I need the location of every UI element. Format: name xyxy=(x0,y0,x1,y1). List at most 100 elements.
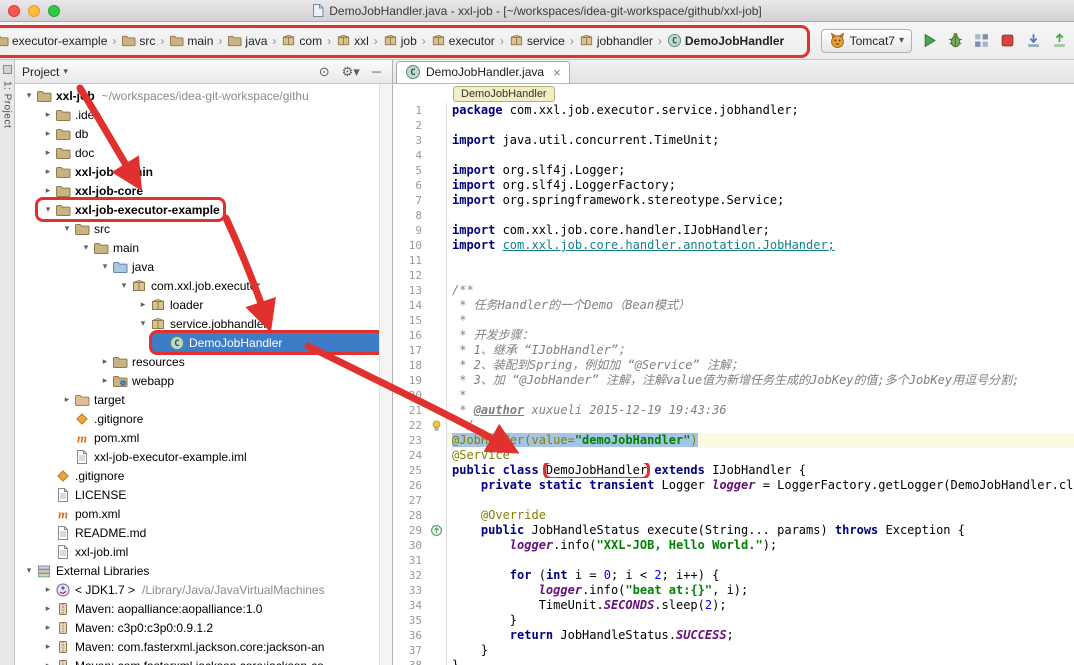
expand-arrow-icon[interactable]: ▸ xyxy=(98,356,112,367)
locate-icon[interactable]: ⊙ xyxy=(315,65,334,78)
zoom-window-button[interactable] xyxy=(48,5,60,17)
tree-item-maven-c3p0-c3p0-0.9.1.2[interactable]: ▸Maven: c3p0:c3p0:0.9.1.2 xyxy=(15,618,392,637)
code-text[interactable]: private static transient Logger logger =… xyxy=(446,478,1074,493)
editor-tab-demojobhandler[interactable]: C DemoJobHandler.java × xyxy=(396,61,570,83)
project-scrollbar[interactable] xyxy=(379,84,392,665)
code-text[interactable]: import com.xxl.job.core.handler.IJobHand… xyxy=(446,223,1074,238)
tree-item-xxl-job-executor-example.iml[interactable]: xxl-job-executor-example.iml xyxy=(15,447,392,466)
tree-item-maven-aopalliance-aopalliance-1.0[interactable]: ▸Maven: aopalliance:aopalliance:1.0 xyxy=(15,599,392,618)
tree-item-maven-com.fasterxml.jackson.core-jackson-an[interactable]: ▸Maven: com.fasterxml.jackson.core:jacks… xyxy=(15,637,392,656)
chevron-down-icon[interactable]: ▾ xyxy=(63,66,68,77)
collapse-arrow-icon[interactable]: ▾ xyxy=(41,204,55,215)
code-text[interactable] xyxy=(446,208,1074,223)
code-text[interactable]: import com.xxl.job.core.handler.annotati… xyxy=(446,238,1074,253)
code-text[interactable]: * 任务Handler的一个Demo（Bean模式） xyxy=(446,298,1074,313)
code-text[interactable]: public class DemoJobHandler extends IJob… xyxy=(446,463,1074,478)
tree-item-xxl-job-core[interactable]: ▸xxl-job-core xyxy=(15,181,392,200)
tree-item-webapp[interactable]: ▸webapp xyxy=(15,371,392,390)
close-window-button[interactable] xyxy=(8,5,20,17)
tree-item-service.jobhandler[interactable]: ▾service.jobhandler xyxy=(15,314,392,333)
code-text[interactable] xyxy=(446,253,1074,268)
vcs-update-button[interactable] xyxy=(1025,32,1042,49)
tree-item-db[interactable]: ▸db xyxy=(15,124,392,143)
code-text[interactable] xyxy=(446,493,1074,508)
expand-arrow-icon[interactable]: ▸ xyxy=(41,128,55,139)
code-text[interactable]: } xyxy=(446,658,1074,665)
code-text[interactable]: * 3、加 “@JobHander” 注解，注解value值为新增任务生成的Jo… xyxy=(446,373,1074,388)
tree-item-com.xxl.job.executor[interactable]: ▾com.xxl.job.executor xyxy=(15,276,392,295)
code-text[interactable]: * xyxy=(446,388,1074,403)
run-config-selector[interactable]: Tomcat7 ▾ xyxy=(821,29,912,53)
expand-arrow-icon[interactable]: ▸ xyxy=(41,584,55,595)
code-text[interactable]: import org.slf4j.LoggerFactory; xyxy=(446,178,1074,193)
code-text[interactable]: logger.info("beat at:{}", i); xyxy=(446,583,1074,598)
breadcrumb-item-service[interactable]: service xyxy=(508,31,566,50)
tree-item-xxl-job.iml[interactable]: xxl-job.iml xyxy=(15,542,392,561)
hide-panel-icon[interactable]: ─ xyxy=(368,65,385,78)
override-gutter-icon[interactable] xyxy=(429,523,446,538)
code-text[interactable]: package com.xxl.job.executor.service.job… xyxy=(446,103,1074,118)
tree-item-xxl-job-admin[interactable]: ▸xxl-job-admin xyxy=(15,162,392,181)
collapse-arrow-icon[interactable]: ▾ xyxy=(22,565,36,576)
collapse-arrow-icon[interactable]: ▾ xyxy=(98,261,112,272)
breadcrumb-item-src[interactable]: src xyxy=(120,31,156,50)
tree-item-xxl-job-executor-example[interactable]: ▾xxl-job-executor-example xyxy=(15,200,392,219)
expand-arrow-icon[interactable]: ▸ xyxy=(41,166,55,177)
tree-item-external-libraries[interactable]: ▾External Libraries xyxy=(15,561,392,580)
tree-item-pom.xml[interactable]: mpom.xml xyxy=(15,428,392,447)
expand-arrow-icon[interactable]: ▸ xyxy=(98,375,112,386)
tree-item-.gitignore[interactable]: .gitignore xyxy=(15,409,392,428)
code-text[interactable]: } xyxy=(446,613,1074,628)
expand-arrow-icon[interactable]: ▸ xyxy=(41,660,55,665)
project-tool-button[interactable]: 1: Project xyxy=(2,81,13,128)
tree-item-maven-com.fasterxml.jackson.core-jackson-co[interactable]: ▸Maven: com.fasterxml.jackson.core:jacks… xyxy=(15,656,392,665)
code-text[interactable]: import org.slf4j.Logger; xyxy=(446,163,1074,178)
code-text[interactable]: @JobHander(value="demoJobHandler") xyxy=(446,433,1074,448)
tree-item-doc[interactable]: ▸doc xyxy=(15,143,392,162)
code-text[interactable]: } xyxy=(446,643,1074,658)
code-text[interactable]: TimeUnit.SECONDS.sleep(2); xyxy=(446,598,1074,613)
expand-arrow-icon[interactable]: ▸ xyxy=(41,641,55,652)
code-text[interactable] xyxy=(446,553,1074,568)
code-text[interactable]: * 1、继承 “IJobHandler”； xyxy=(446,343,1074,358)
tree-item-license[interactable]: LICENSE xyxy=(15,485,392,504)
code-text[interactable]: import org.springframework.stereotype.Se… xyxy=(446,193,1074,208)
expand-arrow-icon[interactable]: ▸ xyxy=(41,147,55,158)
tree-item-loader[interactable]: ▸loader xyxy=(15,295,392,314)
tree-item-.idea[interactable]: ▸.idea xyxy=(15,105,392,124)
code-text[interactable]: import java.util.concurrent.TimeUnit; xyxy=(446,133,1074,148)
code-text[interactable]: logger.info("XXL-JOB, Hello World."); xyxy=(446,538,1074,553)
breadcrumb-item-demojobhandler[interactable]: CDemoJobHandler xyxy=(666,31,785,50)
debug-button[interactable] xyxy=(947,32,964,49)
expand-arrow-icon[interactable]: ▸ xyxy=(136,299,150,310)
code-text[interactable] xyxy=(446,268,1074,283)
expand-arrow-icon[interactable]: ▸ xyxy=(41,603,55,614)
tree-item-main[interactable]: ▾main xyxy=(15,238,392,257)
settings-gear-icon[interactable]: ⚙▾ xyxy=(338,65,364,78)
collapse-arrow-icon[interactable]: ▾ xyxy=(22,90,36,101)
breadcrumb-item-main[interactable]: main xyxy=(168,31,214,50)
tree-item-src[interactable]: ▾src xyxy=(15,219,392,238)
tree-item-pom.xml[interactable]: mpom.xml xyxy=(15,504,392,523)
code-text[interactable]: * @author xuxueli 2015-12-19 19:43:36 xyxy=(446,403,1074,418)
close-tab-icon[interactable]: × xyxy=(553,66,561,79)
code-editor[interactable]: 1package com.xxl.job.executor.service.jo… xyxy=(393,103,1074,665)
code-text[interactable] xyxy=(446,118,1074,133)
code-text[interactable]: * xyxy=(446,313,1074,328)
tree-item-.gitignore[interactable]: .gitignore xyxy=(15,466,392,485)
expand-arrow-icon[interactable]: ▸ xyxy=(60,394,74,405)
code-text[interactable]: @Override xyxy=(446,508,1074,523)
code-text[interactable]: return JobHandleStatus.SUCCESS; xyxy=(446,628,1074,643)
code-text[interactable]: @Service xyxy=(446,448,1074,463)
breadcrumb-item-com[interactable]: com xyxy=(280,31,323,50)
expand-arrow-icon[interactable]: ▸ xyxy=(41,109,55,120)
collapse-arrow-icon[interactable]: ▾ xyxy=(136,318,150,329)
tree-item-readme.md[interactable]: README.md xyxy=(15,523,392,542)
minimize-window-button[interactable] xyxy=(28,5,40,17)
collapse-arrow-icon[interactable]: ▾ xyxy=(117,280,131,291)
stop-button[interactable] xyxy=(999,32,1016,49)
collapse-arrow-icon[interactable]: ▾ xyxy=(60,223,74,234)
code-text[interactable]: * 开发步骤： xyxy=(446,328,1074,343)
code-text[interactable]: public JobHandleStatus execute(String...… xyxy=(446,523,1074,538)
code-text[interactable]: /** xyxy=(446,283,1074,298)
